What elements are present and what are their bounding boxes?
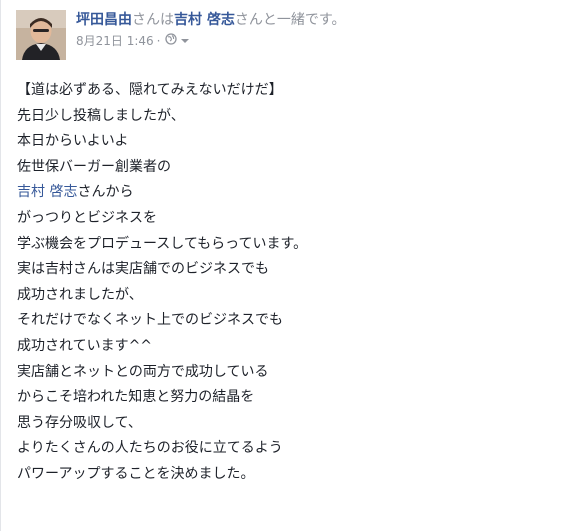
post-line: よりたくさんの人たちのお役に立てるよう (17, 440, 283, 457)
post-header: 坪田昌由さんは吉村 啓志さんと一緒です。 8月21日 1:46 · (16, 10, 578, 62)
meta-separator: · (156, 34, 161, 48)
post-line: それだけでなくネット上でのビジネスでも (17, 312, 283, 329)
post-line: 実店舗とネットとの両方で成功している (17, 363, 269, 380)
post-body: 【道は必ずある、隠れてみえないだけだ】 先日少し投稿しましたが、 本日からいよい… (17, 78, 578, 488)
post-line: 実は吉村さんは実店舗でのビジネスでも (17, 261, 269, 278)
post-line: 成功されましたが、 (17, 286, 143, 303)
post-line: がっつりとビジネスを (17, 209, 157, 226)
post-header-text: 坪田昌由さんは吉村 啓志さんと一緒です。 8月21日 1:46 · (76, 10, 578, 49)
avatar-photo-icon (16, 10, 66, 60)
post-line: 学ぶ機会をプロデュースしてもらっています。 (17, 235, 308, 252)
post-title-line: 坪田昌由さんは吉村 啓志さんと一緒です。 (76, 10, 578, 30)
post-line: 成功されています^^ (17, 337, 153, 354)
post-line: からこそ培われた知恵と努力の結晶を (17, 389, 255, 406)
author-avatar[interactable] (16, 10, 66, 60)
post-line: 佐世保バーガー創業者の (17, 158, 171, 175)
globe-icon[interactable] (164, 33, 177, 49)
post-line: パワーアップすることを決めました。 (17, 465, 255, 482)
post-line-mention: 吉村 啓志さんから (17, 180, 578, 206)
with-suffix-text: さんと一緒です。 (234, 12, 346, 28)
chevron-down-icon[interactable] (180, 33, 190, 49)
author-name-link[interactable]: 坪田昌由 (76, 12, 132, 28)
post-line: 【道は必ずある、隠れてみえないだけだ】 (17, 82, 283, 98)
facebook-post: 坪田昌由さんは吉村 啓志さんと一緒です。 8月21日 1:46 · 【道は必ずあ… (0, 0, 587, 531)
mention-suffix: さんから (77, 184, 134, 201)
post-line: 思う存分吸収して、 (17, 414, 142, 431)
with-text: さんは (132, 12, 174, 28)
post-timestamp[interactable]: 8月21日 1:46 (76, 33, 154, 49)
post-line: 先日少し投稿しましたが、 (17, 107, 185, 124)
mention-link[interactable]: 吉村 啓志 (17, 184, 77, 200)
tagged-person-link[interactable]: 吉村 啓志 (174, 12, 235, 28)
post-line: 本日からいよいよ (17, 133, 129, 150)
post-meta: 8月21日 1:46 · (76, 33, 578, 49)
